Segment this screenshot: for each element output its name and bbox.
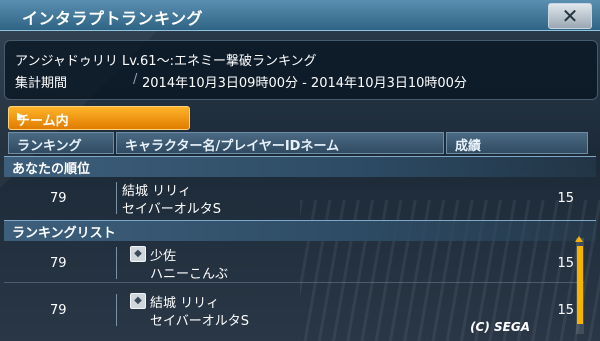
- column-header-score-label: 成績: [455, 139, 482, 154]
- close-button[interactable]: ✕: [548, 3, 592, 29]
- period-label: 集計期間: [15, 76, 68, 91]
- ranking-list-section-label: ランキングリスト: [12, 226, 116, 241]
- ranking-list-section-header: ランキングリスト: [4, 220, 596, 241]
- score-value: 15: [557, 256, 574, 271]
- my-rank-section-header: あなたの順位: [4, 156, 596, 177]
- column-header-rank: ランキング: [8, 132, 114, 154]
- character-name: 少佐: [150, 249, 177, 264]
- period-value: 2014年10月3日09時00分 - 2014年10月3日10時00分: [142, 76, 467, 91]
- team-emblem-icon: ◆: [130, 246, 146, 262]
- player-id-name: ハニーこんぶ: [150, 267, 229, 282]
- row-divider: [116, 294, 117, 326]
- column-header-rank-label: ランキング: [17, 139, 82, 154]
- chevron-right-icon: ▶: [17, 111, 25, 122]
- column-header-name: キャラクター名/プレイヤーIDネーム: [116, 132, 444, 154]
- row-divider: [116, 182, 117, 214]
- character-name: 結城 リリィ: [122, 184, 192, 199]
- ranking-list-row[interactable]: 79 ◆ 少佐 ハニーこんぶ 15: [4, 243, 584, 283]
- row-separator: [4, 282, 584, 283]
- my-rank-section-label: あなたの順位: [12, 162, 91, 177]
- scroll-up-icon[interactable]: [575, 236, 583, 242]
- character-name: 結城 リリィ: [150, 296, 220, 311]
- column-header-name-label: キャラクター名/プレイヤーIDネーム: [125, 139, 340, 154]
- player-id-name: セイバーオルタS: [122, 202, 221, 217]
- copyright-text: (C) SEGA: [470, 320, 530, 334]
- window-titlebar: インタラプトランキング ✕: [0, 0, 600, 31]
- score-value: 15: [557, 303, 574, 318]
- rank-value: 79: [50, 256, 67, 271]
- team-emblem-icon: ◆: [130, 293, 146, 309]
- score-value: 15: [557, 191, 574, 206]
- period-separator: /: [133, 72, 138, 87]
- event-info-panel: アンジャドゥリリ Lv.61～:エネミー撃破ランキング 集計期間 / 2014年…: [4, 40, 598, 100]
- rank-value: 79: [50, 303, 67, 318]
- close-icon: ✕: [561, 4, 579, 28]
- list-scrollbar[interactable]: [576, 238, 584, 334]
- rank-value: 79: [50, 191, 67, 206]
- player-id-name: セイバーオルタS: [150, 314, 249, 329]
- my-rank-row: 79 結城 リリィ セイバーオルタS 15: [4, 178, 584, 217]
- scrollbar-thumb[interactable]: [577, 246, 583, 324]
- row-divider: [116, 247, 117, 279]
- event-name: アンジャドゥリリ Lv.61～:エネミー撃破ランキング: [15, 54, 317, 69]
- team-tab-button[interactable]: チーム内 ▶: [8, 106, 190, 130]
- column-header-score: 成績: [446, 132, 588, 154]
- window-title: インタラプトランキング: [22, 9, 204, 28]
